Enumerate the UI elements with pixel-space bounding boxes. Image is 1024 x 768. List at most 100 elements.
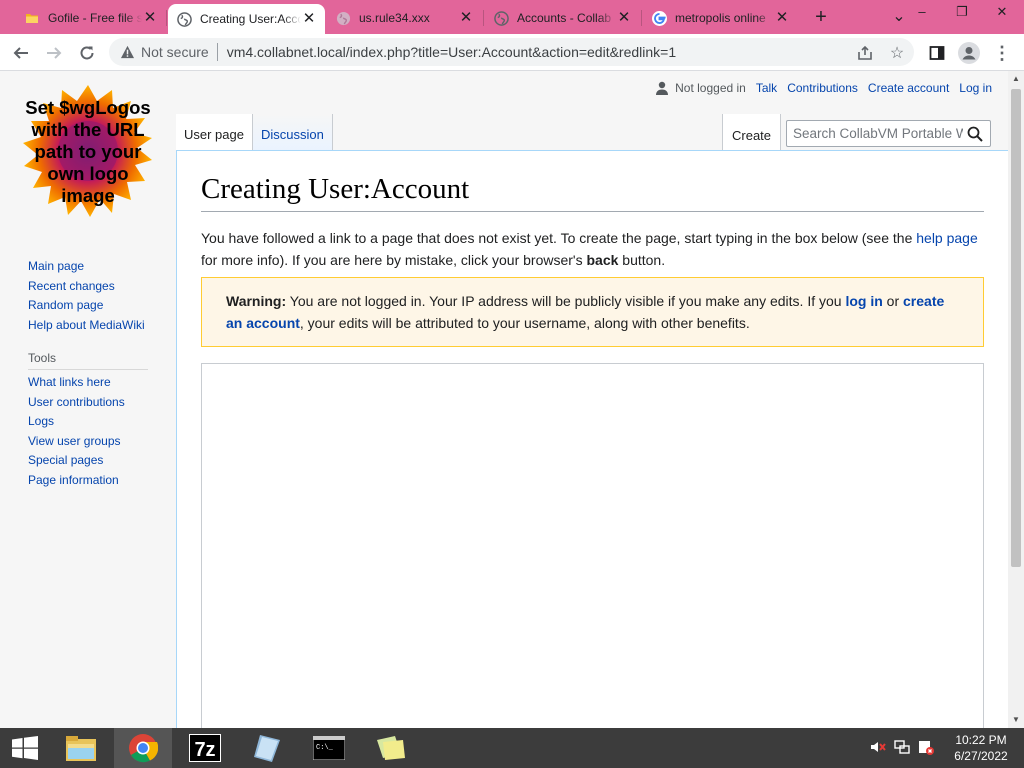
tab-title: Gofile - Free file s xyxy=(48,11,142,25)
share-icon[interactable] xyxy=(854,43,876,63)
browser-tab-strip: Gofile - Free file s ✕ Creating User:Acc… xyxy=(0,0,1024,34)
personal-tools: Not logged in Talk Contributions Create … xyxy=(655,81,992,95)
tools-item-user-contributions[interactable]: User contributions xyxy=(28,393,153,413)
svg-text:C:\_: C:\_ xyxy=(316,744,334,752)
clock-date: 6/27/2022 xyxy=(954,749,1008,763)
wiki-search xyxy=(786,120,991,147)
security-label[interactable]: Not secure xyxy=(141,44,209,60)
scroll-up-icon[interactable]: ▲ xyxy=(1008,71,1024,87)
log-in-link[interactable]: Log in xyxy=(959,81,992,95)
sidebar-item-help[interactable]: Help about MediaWiki xyxy=(28,316,153,336)
tab-title: us.rule34.xxx xyxy=(359,11,430,25)
browser-tab-gofile[interactable]: Gofile - Free file s ✕ xyxy=(16,4,166,32)
forward-arrow-icon[interactable] xyxy=(40,39,68,67)
sidebar-item-main-page[interactable]: Main page xyxy=(28,257,153,277)
restore-button[interactable]: ❐ xyxy=(946,0,978,26)
browser-tab-metropolis[interactable]: metropolis online ✕ xyxy=(643,4,798,32)
network-icon[interactable] xyxy=(894,739,910,758)
action-center-icon[interactable] xyxy=(918,739,934,758)
user-icon xyxy=(655,81,669,95)
chrome-icon[interactable] xyxy=(114,728,172,768)
start-button[interactable] xyxy=(0,728,50,768)
sidebar-navigation: Main page Recent changes Random page Hel… xyxy=(28,257,153,335)
talk-link[interactable]: Talk xyxy=(756,81,777,95)
volume-muted-icon[interactable] xyxy=(870,739,886,758)
search-icon[interactable] xyxy=(963,122,987,146)
windows-logo-icon xyxy=(12,736,38,760)
google-favicon-icon xyxy=(651,10,667,26)
browser-tab-creating-user[interactable]: Creating User:Acco ✕ xyxy=(168,4,325,34)
tools-heading: Tools xyxy=(28,351,148,370)
tools-list: What links here User contributions Logs … xyxy=(28,373,153,491)
create-account-link[interactable]: Create account xyxy=(868,81,949,95)
back-arrow-icon[interactable] xyxy=(7,39,35,67)
clock-time: 10:22 PM xyxy=(955,733,1007,747)
namespace-tabs: User page Discussion xyxy=(176,114,333,151)
scrollbar-thumb[interactable] xyxy=(1011,89,1021,567)
warning-label: Warning: xyxy=(226,293,287,309)
close-tab-icon[interactable]: ✕ xyxy=(142,10,158,26)
intro-paragraph: You have followed a link to a page that … xyxy=(201,227,991,271)
side-panel-icon[interactable] xyxy=(923,39,951,67)
taskbar-clock[interactable]: 10:22 PM 6/27/2022 xyxy=(946,732,1016,764)
tab-discussion[interactable]: Discussion xyxy=(252,114,333,151)
file-explorer-icon[interactable] xyxy=(52,728,110,768)
tools-item-special-pages[interactable]: Special pages xyxy=(28,451,153,471)
sidebar-item-random-page[interactable]: Random page xyxy=(28,296,153,316)
logo-text: Set $wgLogos with the URL path to your o… xyxy=(25,97,151,206)
browser-toolbar: Not secure vm4.collabnet.local/index.php… xyxy=(0,34,1024,71)
new-tab-button[interactable]: + xyxy=(808,4,834,30)
anon-warning-box: Warning: You are not logged in. Your IP … xyxy=(201,277,984,347)
intro-text: button. xyxy=(618,252,666,268)
globe-favicon-icon xyxy=(176,11,192,27)
profile-avatar-icon[interactable] xyxy=(955,39,983,67)
tab-title: Creating User:Acco xyxy=(200,12,301,26)
sidebar-item-recent-changes[interactable]: Recent changes xyxy=(28,277,153,297)
minimize-button[interactable]: – xyxy=(906,0,938,26)
close-tab-icon[interactable]: ✕ xyxy=(774,10,790,26)
url-text[interactable]: vm4.collabnet.local/index.php?title=User… xyxy=(227,44,676,60)
warning-text: , your edits will be attributed to your … xyxy=(299,315,750,331)
log-in-warning-link[interactable]: log in xyxy=(845,293,882,309)
windows-taskbar: 7z C:\_ 10:22 PM 6/27/2022 xyxy=(0,728,1024,768)
sticky-notes-icon[interactable] xyxy=(362,728,420,768)
tools-item-what-links-here[interactable]: What links here xyxy=(28,373,153,393)
back-text: back xyxy=(586,252,619,268)
page-scrollbar[interactable]: ▲ ▼ xyxy=(1008,71,1024,728)
warning-triangle-icon[interactable] xyxy=(119,44,135,60)
tools-item-logs[interactable]: Logs xyxy=(28,412,153,432)
system-tray xyxy=(870,728,934,768)
globe-favicon-icon xyxy=(493,10,509,26)
svg-text:7z: 7z xyxy=(194,739,215,761)
edit-textarea[interactable] xyxy=(201,363,984,728)
tab-title: metropolis online xyxy=(675,11,766,25)
cmd-icon[interactable]: C:\_ xyxy=(300,728,358,768)
view-tabs: Create xyxy=(722,114,782,151)
close-window-button[interactable]: ✕ xyxy=(986,0,1018,26)
bookmark-star-icon[interactable]: ☆ xyxy=(886,43,908,63)
browser-tab-accounts[interactable]: Accounts - Collab ✕ xyxy=(485,4,640,32)
close-tab-icon[interactable]: ✕ xyxy=(458,10,474,26)
notepad-icon[interactable] xyxy=(238,728,296,768)
7zip-icon[interactable]: 7z xyxy=(176,728,234,768)
help-page-link[interactable]: help page xyxy=(916,230,978,246)
intro-text: for more info). If you are here by mista… xyxy=(201,252,587,268)
intro-text: You have followed a link to a page that … xyxy=(201,230,917,246)
close-tab-icon[interactable]: ✕ xyxy=(616,10,632,26)
not-logged-in-label: Not logged in xyxy=(675,81,746,95)
contributions-link[interactable]: Contributions xyxy=(787,81,858,95)
warning-text: or xyxy=(882,293,904,309)
tools-item-view-user-groups[interactable]: View user groups xyxy=(28,432,153,452)
search-input[interactable] xyxy=(787,126,963,141)
tab-create[interactable]: Create xyxy=(722,114,782,151)
site-logo[interactable]: Set $wgLogos with the URL path to your o… xyxy=(20,83,156,219)
tools-item-page-information[interactable]: Page information xyxy=(28,471,153,491)
scroll-down-icon[interactable]: ▼ xyxy=(1008,712,1024,728)
address-bar[interactable]: Not secure vm4.collabnet.local/index.php… xyxy=(109,38,914,66)
page-title: Creating User:Account xyxy=(201,171,984,212)
tab-user-page[interactable]: User page xyxy=(176,114,253,151)
browser-menu-icon[interactable]: ⋮ xyxy=(988,39,1016,67)
reload-icon[interactable] xyxy=(73,39,101,67)
close-tab-icon[interactable]: ✕ xyxy=(301,11,317,27)
browser-tab-rule34[interactable]: us.rule34.xxx ✕ xyxy=(327,4,482,32)
